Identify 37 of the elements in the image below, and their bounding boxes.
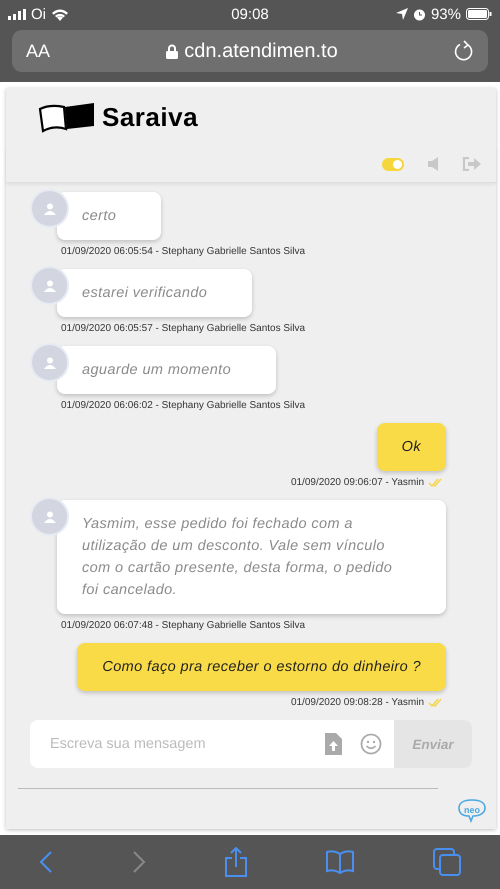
- message-meta: 01/09/2020 06:07:48 - Stephany Gabrielle Santos Silva: [61, 620, 306, 631]
- message-bubble: Ok: [376, 423, 446, 471]
- carrier-name: Oi: [31, 6, 46, 22]
- address-bar[interactable]: AA cdn.atendimen.to: [12, 30, 488, 72]
- page-url: cdn.atendimen.to: [184, 40, 338, 62]
- location-arrow-icon: [396, 8, 408, 20]
- message-bubble: aguarde um momento: [57, 346, 276, 394]
- battery-percent: 93%: [430, 6, 461, 22]
- message-bubble: certo: [57, 192, 162, 240]
- reload-icon[interactable]: [454, 40, 474, 62]
- battery-icon: [466, 8, 492, 20]
- message-meta: 01/09/2020 06:05:57 - Stephany Gabrielle Santos Silva: [61, 323, 306, 334]
- notification-toggle[interactable]: [382, 158, 404, 170]
- signal-icon: [8, 8, 26, 20]
- message-meta: 01/09/2020 06:05:54 - Stephany Gabrielle Santos Silva: [61, 246, 306, 257]
- wifi-icon: [51, 8, 69, 20]
- avatar-icon: [30, 343, 69, 382]
- speaker-icon[interactable]: [428, 157, 438, 171]
- emoji-icon[interactable]: [360, 733, 382, 755]
- avatar-icon: [30, 497, 69, 536]
- message-meta: 01/09/2020 09:06:07 - Yasmin: [290, 477, 424, 488]
- avatar-icon: [30, 189, 69, 228]
- message-meta: 01/09/2020 06:06:02 - Stephany Gabrielle Santos Silva: [61, 400, 306, 411]
- brand-logo: Saraiva: [102, 102, 198, 132]
- alarm-clock-icon: [412, 8, 426, 20]
- clock-time: 09:08: [231, 6, 269, 22]
- text-size-button[interactable]: AA: [26, 40, 50, 62]
- book-logo-icon: [38, 101, 94, 133]
- exit-icon[interactable]: [462, 157, 482, 171]
- neo-logo: neo: [458, 799, 486, 823]
- message-bubble: Yasmim, esse pedido foi fechado com a utilização de um desconto. Vale sem vínculo com o cartão presente, desta forma, o pedido foi cancelado.: [57, 500, 446, 614]
- lock-icon: [166, 44, 178, 58]
- avatar-icon: [30, 266, 69, 305]
- file-upload-icon[interactable]: [325, 733, 342, 755]
- message-bubble: Como faço pra receber o estorno do dinheiro ?: [77, 643, 446, 691]
- message-bubble: estarei verificando: [57, 269, 252, 317]
- message-meta: 01/09/2020 09:08:28 - Yasmin: [290, 697, 424, 708]
